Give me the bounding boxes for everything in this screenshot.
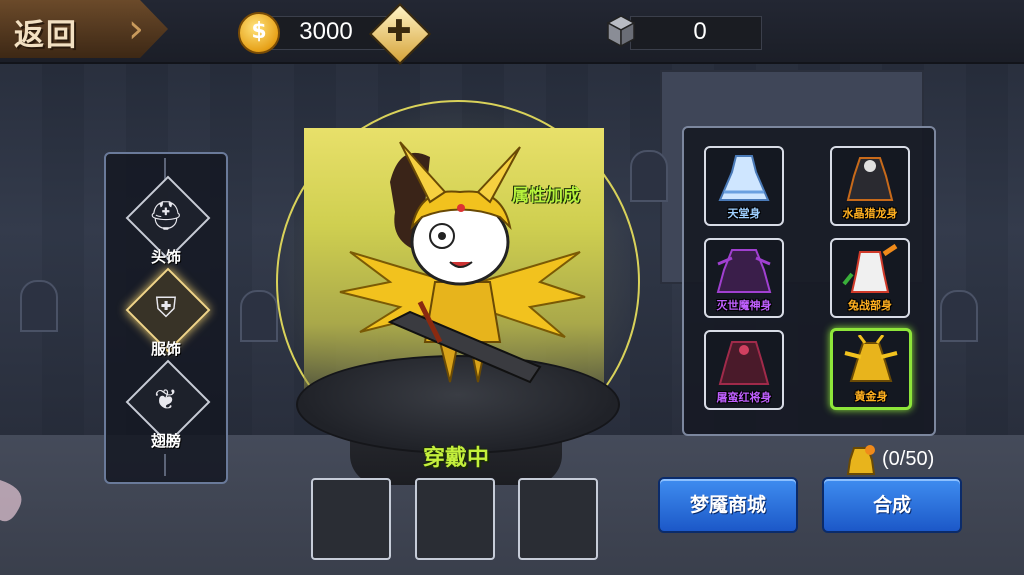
craft-button[interactable]: 合成: [822, 477, 962, 533]
wearing-label: 穿戴中: [422, 446, 489, 471]
costume-label: 水晶猎龙身: [842, 207, 898, 220]
fragment-icon: [846, 445, 876, 475]
category-label: 服饰: [150, 340, 181, 358]
costume-label: 兔战部身: [848, 299, 892, 312]
plus-icon: ✚: [386, 14, 412, 49]
background-window: [20, 280, 58, 332]
wing-icon: ❦: [154, 383, 178, 416]
costume-cell[interactable]: 天堂身: [704, 146, 784, 226]
costume-label: 天堂身: [727, 207, 761, 220]
costume-icon: [716, 249, 772, 293]
costume-icon: [846, 157, 894, 201]
background-window: [940, 290, 978, 342]
equip-slot[interactable]: [518, 478, 598, 560]
helmet-icon: ⛑: [148, 199, 184, 232]
costume-icon: [718, 341, 770, 385]
character-preview: [339, 141, 586, 384]
category-panel: ⛑ 头饰 ⛨ 服饰 ❦ 翅膀: [104, 152, 228, 484]
background-window: [630, 150, 668, 202]
costume-cell[interactable]: 灭世魔神身: [704, 238, 784, 318]
fragment-count: (0/50): [882, 448, 935, 470]
equip-slot[interactable]: [415, 478, 495, 560]
costume-label: 屠蛮红将身: [716, 391, 772, 404]
nightmare-shop-button[interactable]: 梦魇商城: [658, 477, 798, 533]
costume-icon: [844, 335, 898, 382]
armor-icon: ⛨: [155, 291, 177, 324]
coin-amount: 3000: [299, 18, 353, 45]
costume-grid-panel: 天堂身 水晶猎龙身 灭世魔神身 兔战部身 屠蛮红将身 黄金身: [682, 126, 936, 436]
costume-label: 黄金身: [854, 390, 888, 403]
equip-slot[interactable]: [311, 478, 391, 560]
gem-amount: 0: [693, 18, 707, 45]
category-label: 翅膀: [150, 432, 181, 450]
background-window: [240, 290, 278, 342]
category-label: 头饰: [150, 248, 181, 266]
costume-icon: [718, 155, 770, 201]
back-button-label: 返回: [14, 18, 78, 53]
attribute-bonus-label[interactable]: 属性加成: [512, 181, 580, 206]
costume-cell-selected[interactable]: 黄金身: [830, 328, 912, 410]
costume-label: 灭世魔神身: [716, 299, 772, 312]
costume-cell[interactable]: 屠蛮红将身: [704, 330, 784, 410]
costume-cell[interactable]: 兔战部身: [830, 238, 910, 318]
costume-icon: [842, 244, 898, 293]
petal-decoration: [0, 470, 40, 530]
back-button[interactable]: 返回 ›: [0, 0, 168, 58]
category-headwear[interactable]: ⛑ 头饰: [106, 174, 226, 274]
category-clothing[interactable]: ⛨ 服饰: [106, 266, 226, 366]
coin-icon: $: [238, 12, 280, 54]
category-wings[interactable]: ❦ 翅膀: [106, 358, 226, 458]
cube-icon: [606, 15, 636, 48]
costume-cell[interactable]: 水晶猎龙身: [830, 146, 910, 226]
